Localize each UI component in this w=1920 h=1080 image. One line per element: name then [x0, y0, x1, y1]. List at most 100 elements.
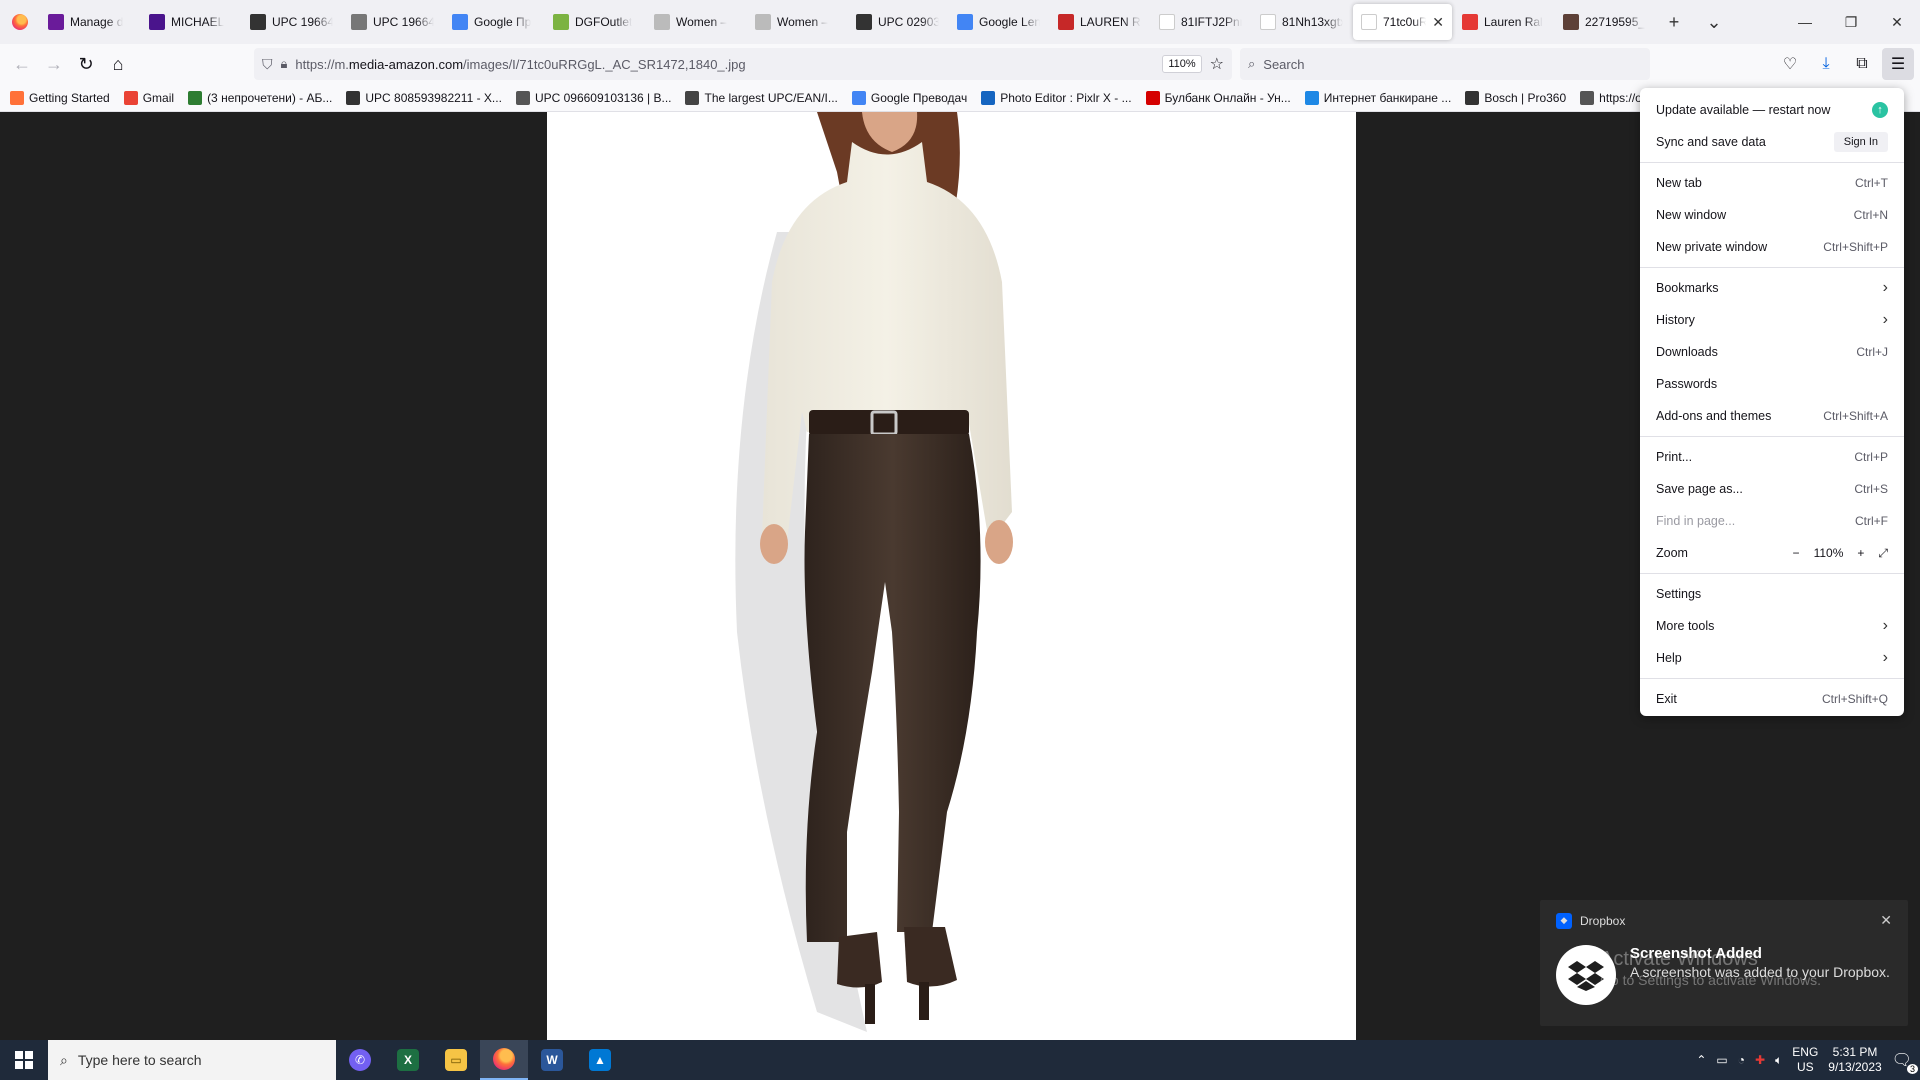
reload-icon[interactable]: ↻: [70, 48, 102, 80]
menu-exit[interactable]: Exit Ctrl+Shift+Q: [1640, 683, 1904, 715]
firefox-app-icon[interactable]: [480, 1040, 528, 1080]
list-all-tabs-chevron-icon[interactable]: ⌄: [1694, 4, 1734, 40]
search-bar[interactable]: ⌕ Search: [1240, 48, 1650, 80]
menu-downloads[interactable]: Downloads Ctrl+J: [1640, 336, 1904, 368]
menu-save-page[interactable]: Save page as... Ctrl+S: [1640, 473, 1904, 505]
product-photo[interactable]: [547, 112, 1356, 1040]
tab[interactable]: Google Пр: [444, 4, 543, 40]
pocket-icon[interactable]: ♡: [1774, 48, 1806, 80]
menu-print[interactable]: Print... Ctrl+P: [1640, 441, 1904, 473]
bookmark-item[interactable]: Булбанк Онлайн - Ун...: [1145, 90, 1291, 105]
bookmark-item[interactable]: UPC 808593982211 - X...: [346, 90, 502, 105]
chevron-right-icon: ›: [1882, 279, 1888, 296]
tab-label: Google Len: [979, 15, 1040, 29]
bookmark-item[interactable]: The largest UPC/EAN/I...: [685, 90, 838, 105]
navigation-toolbar: ← → ↻ ⌂ ⛉ 🔒︎ https://m.media-amazon.com/…: [0, 44, 1920, 84]
forward-arrow-icon[interactable]: →: [38, 48, 70, 80]
zoom-out-button[interactable]: −: [1793, 546, 1800, 560]
tab[interactable]: LAUREN R: [1050, 4, 1149, 40]
zoom-in-button[interactable]: +: [1857, 546, 1864, 560]
menu-addons-themes[interactable]: Add-ons and themes Ctrl+Shift+A: [1640, 400, 1904, 432]
extensions-puzzle-icon[interactable]: ⧉: [1846, 48, 1878, 80]
tray-chevron-up-icon[interactable]: ⌃: [1696, 1053, 1706, 1067]
menu-find-in-page[interactable]: Find in page... Ctrl+F: [1640, 505, 1904, 537]
back-arrow-icon[interactable]: ←: [6, 48, 38, 80]
menu-new-tab[interactable]: New tab Ctrl+T: [1640, 167, 1904, 199]
word-app-icon[interactable]: W: [528, 1040, 576, 1080]
tab[interactable]: DGFOutlet: [545, 4, 644, 40]
tab[interactable]: UPC 19664: [343, 4, 442, 40]
volume-icon[interactable]: 🔈︎: [1775, 1053, 1782, 1068]
tracking-protection-shield-icon[interactable]: ⛉: [262, 56, 273, 73]
activate-windows-watermark: Activate Windows: [1600, 948, 1758, 970]
bookmark-star-icon[interactable]: ☆: [1210, 54, 1224, 74]
tab-label: UPC 02903: [878, 15, 939, 29]
battery-icon[interactable]: ▭: [1716, 1053, 1727, 1067]
url-bar[interactable]: ⛉ 🔒︎ https://m.media-amazon.com/images/I…: [254, 48, 1232, 80]
tab[interactable]: Women –: [646, 4, 745, 40]
excel-app-icon[interactable]: X: [384, 1040, 432, 1080]
tab-favicon-icon: [1361, 14, 1377, 30]
bookmark-item[interactable]: Photo Editor : Pixlr X - ...: [981, 90, 1132, 105]
search-icon: ⌕: [60, 1051, 68, 1068]
tab[interactable]: Manage d: [40, 4, 139, 40]
tab-favicon-icon: [957, 14, 973, 30]
tab[interactable]: 81IFTJ2PnrL._A: [1151, 4, 1250, 40]
fullscreen-expand-icon[interactable]: ⤢: [1878, 546, 1888, 561]
bookmark-label: Интернет банкиране ...: [1323, 90, 1452, 105]
bookmark-item[interactable]: Getting Started: [10, 90, 110, 105]
menu-help[interactable]: Help ›: [1640, 642, 1904, 674]
menu-passwords[interactable]: Passwords: [1640, 368, 1904, 400]
menu-bookmarks[interactable]: Bookmarks ›: [1640, 272, 1904, 304]
restore-window-icon[interactable]: ❐: [1828, 0, 1874, 44]
downloads-arrow-icon[interactable]: ⤓: [1810, 48, 1842, 80]
menu-settings[interactable]: Settings: [1640, 578, 1904, 610]
home-icon[interactable]: ⌂: [102, 48, 134, 80]
security-badge-icon[interactable]: ✚: [1755, 1053, 1765, 1067]
menu-update-available[interactable]: Update available — restart now ↑: [1640, 94, 1904, 126]
menu-history[interactable]: History ›: [1640, 304, 1904, 336]
tab-active[interactable]: 71tc0uRRGg ✕: [1353, 4, 1452, 40]
menu-more-tools[interactable]: More tools ›: [1640, 610, 1904, 642]
bookmark-item[interactable]: (3 непрочетени) - АБ...: [188, 90, 332, 105]
hamburger-menu-icon[interactable]: ☰: [1882, 48, 1914, 80]
new-tab-plus-icon[interactable]: +: [1654, 4, 1694, 40]
network-icon[interactable]: ◔: [1738, 1053, 1745, 1067]
bookmark-item[interactable]: UPC 096609103136 | B...: [515, 90, 671, 105]
sign-in-button[interactable]: Sign In: [1833, 132, 1888, 152]
bookmark-item[interactable]: Gmail: [123, 90, 174, 105]
menu-separator: [1640, 678, 1904, 679]
menu-new-window[interactable]: New window Ctrl+N: [1640, 199, 1904, 231]
notification-close-icon[interactable]: ✕: [1880, 912, 1892, 929]
tab[interactable]: Google Len: [949, 4, 1048, 40]
clock[interactable]: 5:31 PM 9/13/2023: [1828, 1045, 1881, 1075]
tab[interactable]: MICHAEL: [141, 4, 240, 40]
close-window-icon[interactable]: ✕: [1874, 0, 1920, 44]
firefox-menu-logo-icon[interactable]: [0, 0, 40, 44]
bookmark-item[interactable]: Bosch | Pro360: [1465, 90, 1566, 105]
url-text[interactable]: https://m.media-amazon.com/images/I/71tc…: [295, 57, 1154, 72]
windows-start-icon[interactable]: [0, 1040, 48, 1080]
tab-close-icon[interactable]: ✕: [1432, 14, 1444, 31]
minimize-window-icon[interactable]: —: [1782, 0, 1828, 44]
tab[interactable]: 81Nh13xgtxL._: [1252, 4, 1351, 40]
notification-center-icon[interactable]: 🗨︎ 3: [1892, 1050, 1918, 1074]
taskbar-search-box[interactable]: ⌕ Type here to search: [48, 1040, 336, 1080]
zoom-reset-button[interactable]: 110%: [1814, 546, 1844, 560]
bookmark-item[interactable]: Google Преводач: [851, 90, 967, 105]
tab[interactable]: UPC 19664: [242, 4, 341, 40]
tab-favicon-icon: [553, 14, 569, 30]
zoom-level-indicator[interactable]: 110%: [1162, 55, 1202, 73]
menu-new-private-window[interactable]: New private window Ctrl+Shift+P: [1640, 231, 1904, 263]
viber-app-icon[interactable]: ✆: [336, 1040, 384, 1080]
tab[interactable]: Lauren Ral: [1454, 4, 1553, 40]
tab[interactable]: Women –: [747, 4, 846, 40]
menu-sync[interactable]: Sync and save data Sign In: [1640, 126, 1904, 158]
language-indicator[interactable]: ENG US: [1792, 1045, 1818, 1075]
bookmark-item[interactable]: Интернет банкиране ...: [1304, 90, 1452, 105]
tab[interactable]: UPC 02903: [848, 4, 947, 40]
tab[interactable]: 22719595_: [1555, 4, 1654, 40]
photos-app-icon[interactable]: ▲: [576, 1040, 624, 1080]
file-explorer-icon[interactable]: ▭: [432, 1040, 480, 1080]
lock-icon[interactable]: 🔒︎: [281, 56, 288, 72]
